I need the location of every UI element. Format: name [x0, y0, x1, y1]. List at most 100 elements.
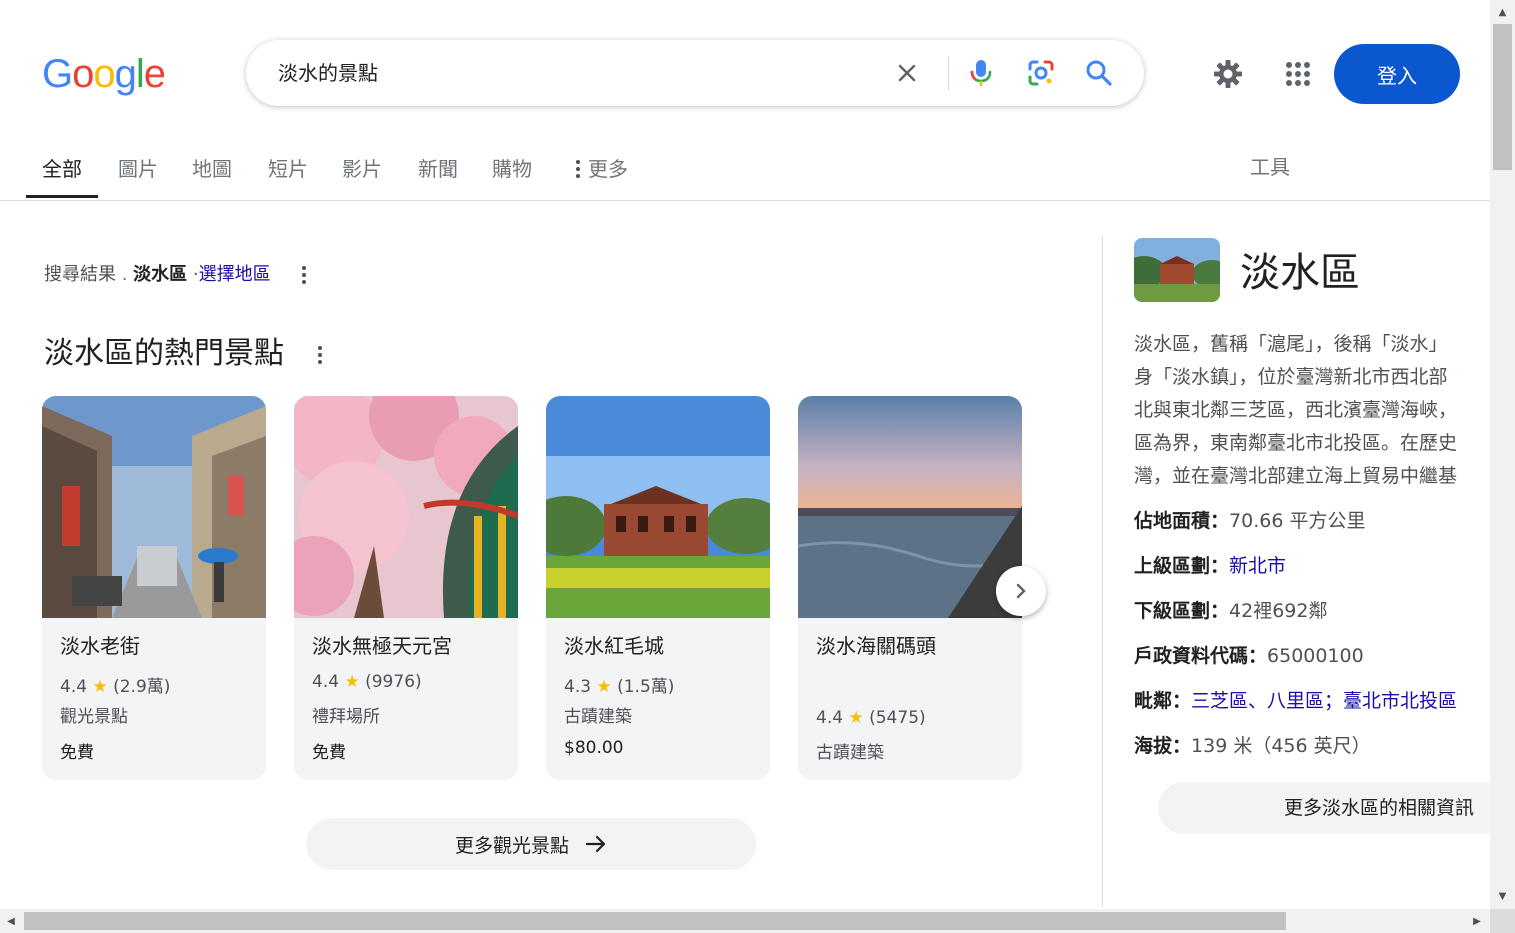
tab-maps[interactable]: 地圖 [176, 140, 248, 198]
results-location-line: 搜尋結果 . 淡水區 ·選擇地區 [44, 262, 307, 288]
tab-more-label: 更多 [588, 157, 628, 181]
description-line: 北與東北鄰三芝區，西北濱臺灣海峽， [1134, 399, 1458, 421]
card-rating: 4.4 ★ (9976) [312, 672, 422, 692]
horizontal-scroll-thumb[interactable] [24, 912, 1286, 930]
card-price: 免費 [312, 743, 346, 763]
panel-photo [1134, 238, 1220, 302]
description-line: 淡水區，舊稱「滬尾」，後稱「淡水」 [1134, 333, 1448, 355]
microphone-icon [970, 60, 992, 86]
more-about-button[interactable]: 更多淡水區的相關資訊 [1158, 782, 1490, 834]
scroll-down-arrow-icon[interactable]: ▼ [1490, 886, 1515, 906]
attraction-card[interactable]: 淡水無極天元宮 4.4 ★ (9976) 禮拜場所 免費 [294, 396, 518, 780]
scrollbar-corner [1490, 909, 1515, 933]
clear-button[interactable] [884, 50, 930, 96]
settings-button[interactable] [1196, 42, 1260, 106]
rating-value: 4.4 [816, 708, 844, 728]
attraction-card[interactable]: 淡水海關碼頭 4.4 ★ (5475) 古蹟建築 [798, 396, 1022, 780]
card-title: 淡水老街 [60, 634, 140, 658]
attraction-card[interactable]: 淡水紅毛城 4.3 ★ (1.5萬) 古蹟建築 $80.00 [546, 396, 770, 780]
panel-thumbnail[interactable] [1134, 238, 1220, 302]
card-price: $80.00 [564, 738, 624, 758]
heading-more-options-icon[interactable] [317, 345, 322, 364]
adjacent-districts-link[interactable]: 三芝區、八里區；臺北市北投區 [1191, 690, 1457, 712]
voice-search-button[interactable] [958, 50, 1004, 96]
rating-value: 4.4 [312, 672, 340, 692]
tab-videos[interactable]: 影片 [326, 140, 398, 198]
lens-search-button[interactable] [1018, 50, 1064, 96]
search-button[interactable] [1076, 50, 1122, 96]
logo-letter: l [135, 52, 145, 96]
arrow-right-icon [585, 835, 606, 853]
vertical-scroll-thumb[interactable] [1493, 24, 1512, 170]
scroll-left-arrow-icon[interactable]: ◀ [0, 910, 22, 932]
fact-value: 65000100 [1267, 645, 1364, 667]
attraction-photo [798, 396, 1022, 618]
tab-more[interactable]: 更多 [550, 140, 654, 198]
search-input[interactable]: 淡水的景點 [278, 40, 378, 106]
fact-sub-division: 下級區劃：42裡692鄰 [1134, 596, 1327, 626]
card-category: 觀光景點 [60, 707, 128, 727]
review-count: (1.5萬) [617, 677, 675, 697]
card-category: 古蹟建築 [816, 743, 884, 763]
parent-division-link[interactable]: 新北市 [1229, 555, 1286, 577]
tools-button[interactable]: 工具 [1236, 142, 1304, 192]
logo-letter: g [114, 52, 137, 96]
google-logo[interactable]: Google [42, 52, 166, 96]
logo-letter: o [93, 52, 115, 96]
fact-label: 毗鄰： [1134, 690, 1192, 712]
fact-elevation: 海拔：139 米（456 英尺） [1134, 731, 1371, 761]
close-icon [898, 64, 916, 82]
carousel-next-button[interactable] [996, 566, 1046, 616]
tab-images[interactable]: 圖片 [102, 140, 174, 198]
tab-news[interactable]: 新聞 [402, 140, 474, 198]
card-rating: 4.3 ★ (1.5萬) [564, 672, 674, 697]
description-line: 身「淡水鎮」，位於臺灣新北市西北部 [1134, 366, 1448, 388]
fact-label: 上級區劃： [1134, 555, 1230, 577]
fact-label: 海拔： [1134, 735, 1192, 757]
scroll-right-arrow-icon[interactable]: ▶ [1466, 910, 1488, 932]
logo-letter: G [42, 52, 73, 96]
fact-adjacent: 毗鄰：三芝區、八里區；臺北市北投區 [1134, 686, 1490, 716]
tab-shopping[interactable]: 購物 [476, 140, 548, 198]
card-title: 淡水紅毛城 [564, 634, 664, 658]
search-icon [1086, 60, 1112, 86]
fact-label: 佔地面積： [1134, 510, 1230, 532]
search-box[interactable]: 淡水的景點 [246, 40, 1144, 106]
description-line: 區為界，東南鄰臺北市北投區。在歷史 [1134, 432, 1458, 454]
fact-admin-code: 戶政資料代碼：65000100 [1134, 641, 1364, 671]
rating-value: 4.4 [60, 677, 88, 697]
card-rating: 4.4 ★ (2.9萬) [60, 672, 170, 697]
fact-value: 70.66 平方公里 [1229, 510, 1366, 532]
card-category: 古蹟建築 [564, 707, 632, 727]
attraction-photo [42, 396, 266, 618]
logo-letter: e [143, 52, 166, 96]
card-rating: 4.4 ★ (5475) [816, 708, 926, 728]
star-icon: ★ [596, 677, 612, 697]
search-divider [948, 56, 949, 90]
fact-parent-division: 上級區劃：新北市 [1134, 551, 1286, 581]
fact-area: 佔地面積：70.66 平方公里 [1134, 506, 1365, 536]
star-icon: ★ [848, 708, 864, 728]
attractions-title: 淡水區的熱門景點 [44, 336, 284, 371]
choose-region-link[interactable]: 選擇地區 [199, 264, 271, 285]
tab-short-videos[interactable]: 短片 [252, 140, 324, 198]
chevron-right-icon [1016, 583, 1026, 599]
attraction-card[interactable]: 淡水老街 4.4 ★ (2.9萬) 觀光景點 免費 [42, 396, 266, 780]
review-count: (5475) [869, 708, 926, 728]
more-attractions-button[interactable]: 更多觀光景點 [306, 818, 756, 870]
apps-grid-icon [1286, 62, 1310, 86]
more-vert-icon [576, 160, 580, 178]
scroll-up-arrow-icon[interactable]: ▲ [1490, 2, 1515, 22]
crumb-prefix: 搜尋結果 [44, 264, 116, 285]
sign-in-button[interactable]: 登入 [1334, 44, 1460, 104]
more-options-icon[interactable] [302, 266, 307, 284]
header-divider [0, 200, 1490, 201]
tab-all[interactable]: 全部 [26, 140, 98, 198]
fact-label: 下級區劃： [1134, 600, 1230, 622]
apps-button[interactable] [1266, 42, 1330, 106]
card-price: 免費 [60, 743, 94, 763]
camera-lens-icon [1028, 60, 1054, 86]
panel-title: 淡水區 [1240, 250, 1360, 296]
fact-value: 42裡692鄰 [1229, 600, 1328, 622]
rating-value: 4.3 [564, 677, 592, 697]
